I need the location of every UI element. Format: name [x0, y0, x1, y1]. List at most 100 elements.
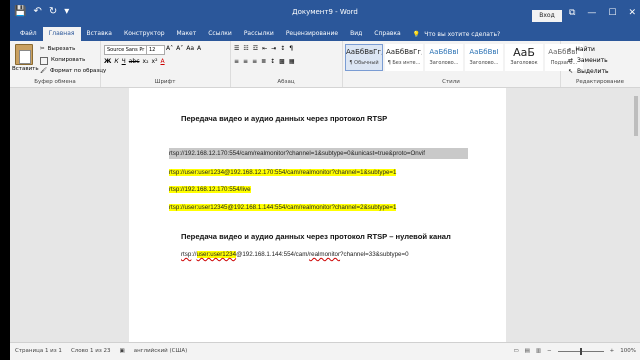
window-controls: ⧉ — ☐ ✕ [569, 8, 636, 18]
style-sample: АаБ [513, 46, 535, 59]
page-count[interactable]: Страница 1 из 1 [15, 348, 62, 354]
maximize-icon[interactable]: ☐ [608, 8, 616, 18]
styles-group: АаБбВвГг, ¶ Обычный АаБбВвГг, ¶ Без инте… [342, 41, 583, 87]
tab-file[interactable]: Файл [14, 27, 43, 41]
tab-help[interactable]: Справка [368, 27, 406, 41]
vertical-scrollbar[interactable] [632, 88, 640, 342]
copy-icon [40, 56, 48, 65]
tab-mailings[interactable]: Рассылки [238, 27, 280, 41]
borders-button[interactable]: ▦ [289, 58, 295, 65]
zoom-out-button[interactable]: − [547, 348, 552, 354]
font-group: Source Sans Pr 12 A˄ A˅ Aa A Ж К Ч abc x… [100, 41, 231, 87]
tab-home[interactable]: Главная [42, 27, 81, 41]
select-label: Выделить [577, 68, 609, 75]
align-left-button[interactable]: ≡ [234, 58, 239, 65]
cut-button[interactable]: ✂ Вырезать [40, 44, 106, 55]
style-no-spacing[interactable]: АаБбВвГг, ¶ Без инте... [385, 44, 423, 71]
font-color-button[interactable]: A [160, 58, 164, 65]
style-name: ¶ Без инте... [387, 60, 421, 66]
subscript-button[interactable]: x₂ [143, 58, 149, 65]
ribbon: Вставить ✂ Вырезать Копировать 🖌 Формат по… [10, 41, 640, 88]
grow-font-button[interactable]: A˄ [166, 45, 173, 52]
multilevel-list-button[interactable]: ☲ [253, 45, 258, 52]
zoom-level[interactable]: 100% [620, 348, 636, 354]
tab-insert[interactable]: Вставка [81, 27, 118, 41]
read-mode-icon[interactable]: ▭ [513, 348, 518, 354]
align-center-button[interactable]: ≡ [243, 58, 248, 65]
lightbulb-icon: 💡 [412, 30, 421, 38]
signin-button[interactable]: Вход [532, 10, 562, 22]
style-heading2[interactable]: АаБбВвІ Заголово... [465, 44, 503, 71]
zoom-in-button[interactable]: + [610, 348, 615, 354]
rtsp-scheme: rtsp [181, 251, 192, 258]
increase-indent-button[interactable]: ⇥ [271, 45, 276, 52]
bullets-button[interactable]: ☰ [234, 45, 239, 52]
paste-button[interactable]: Вставить [12, 44, 39, 72]
editing-group-label: Редактирование [576, 79, 624, 85]
format-painter-button[interactable]: 🖌 Формат по образцу [40, 66, 106, 77]
language[interactable]: английский (США) [134, 348, 188, 354]
scissors-icon: ✂ [40, 46, 45, 52]
style-name: ¶ Обычный [349, 60, 379, 66]
style-title[interactable]: АаБ Заголовок [505, 44, 543, 71]
paste-label: Вставить [12, 66, 39, 72]
shrink-font-button[interactable]: A˅ [176, 45, 183, 52]
style-sample: АаБбВвІ [429, 48, 459, 56]
tab-review[interactable]: Рецензирование [280, 27, 344, 41]
find-button[interactable]: ⌕ Найти [568, 44, 609, 55]
change-case-button[interactable]: Aa [186, 45, 194, 52]
minimize-icon[interactable]: — [587, 8, 596, 18]
zoom-slider[interactable] [557, 347, 604, 355]
scrollbar-thumb[interactable] [634, 96, 638, 136]
ribbon-tabs-bar: Файл Главная Вставка Конструктор Макет С… [10, 27, 640, 41]
line-spacing-button[interactable]: ↕ [270, 58, 275, 65]
sort-button[interactable]: ↕ [280, 45, 285, 52]
rtsp-sep: :// [191, 251, 197, 258]
superscript-button[interactable]: x² [152, 58, 158, 65]
ribbon-display-icon[interactable]: ⧉ [569, 8, 575, 18]
replace-button[interactable]: ⇄ Заменить [568, 55, 609, 66]
font-size-field[interactable]: 12 [146, 45, 165, 55]
copy-button[interactable]: Копировать [40, 55, 106, 66]
rtsp-path: realmonitor [309, 251, 341, 258]
search-icon: ⌕ [568, 46, 572, 53]
editing-group: ⌕ Найти ⇄ Заменить ↖ Выделить Редактировани… [560, 41, 640, 87]
title-bar: 💾 ↶ ↻ ▾ Документ9 - Word Вход ⧉ — ☐ ✕ [10, 0, 640, 27]
web-layout-icon[interactable]: ▥ [536, 348, 541, 354]
style-sample: АаБбВвГг, [386, 48, 422, 56]
tell-me-text: Что вы хотите сделать? [424, 30, 501, 38]
cut-label: Вырезать [47, 46, 76, 52]
proofing-icon[interactable]: ▣ [120, 348, 125, 354]
print-layout-icon[interactable]: ▤ [525, 348, 530, 354]
show-marks-button[interactable]: ¶ [289, 45, 293, 52]
shading-button[interactable]: ▩ [279, 58, 285, 65]
style-sample: АаБбВвГг, [346, 48, 382, 56]
strikethrough-button[interactable]: abc [129, 58, 140, 65]
font-name-field[interactable]: Source Sans Pr [104, 45, 147, 55]
tell-me-box[interactable]: 💡 Что вы хотите сделать? [413, 31, 500, 38]
tab-design[interactable]: Конструктор [118, 27, 171, 41]
word-count[interactable]: Слово 1 из 23 [71, 348, 111, 354]
italic-button[interactable]: К [114, 58, 118, 65]
bold-button[interactable]: Ж [104, 58, 111, 65]
decrease-indent-button[interactable]: ⇤ [262, 45, 267, 52]
underline-button[interactable]: Ч [122, 58, 126, 65]
paragraph-group-label: Абзац [277, 79, 295, 85]
tab-view[interactable]: Вид [344, 27, 368, 41]
numbering-button[interactable]: ☷ [243, 45, 248, 52]
align-right-button[interactable]: ≡ [252, 58, 257, 65]
word-window: 💾 ↶ ↻ ▾ Документ9 - Word Вход ⧉ — ☐ ✕ Фа… [10, 0, 640, 360]
rtsp-line-3: rtsp://192.168.12.170:554/live [169, 186, 251, 193]
tab-references[interactable]: Ссылки [202, 27, 238, 41]
style-name: Заголовок [510, 60, 538, 66]
tab-layout[interactable]: Макет [171, 27, 203, 41]
paste-icon [15, 44, 33, 65]
style-heading1[interactable]: АаБбВвІ Заголово... [425, 44, 463, 71]
document-page[interactable]: Передача видео и аудио данных через прот… [129, 88, 506, 342]
clear-format-button[interactable]: A [197, 45, 201, 52]
style-normal[interactable]: АаБбВвГг, ¶ Обычный [345, 44, 383, 71]
format-painter-label: Формат по образцу [49, 68, 107, 74]
select-button[interactable]: ↖ Выделить [568, 66, 609, 77]
close-icon[interactable]: ✕ [628, 8, 636, 18]
justify-button[interactable]: ≣ [261, 58, 266, 65]
